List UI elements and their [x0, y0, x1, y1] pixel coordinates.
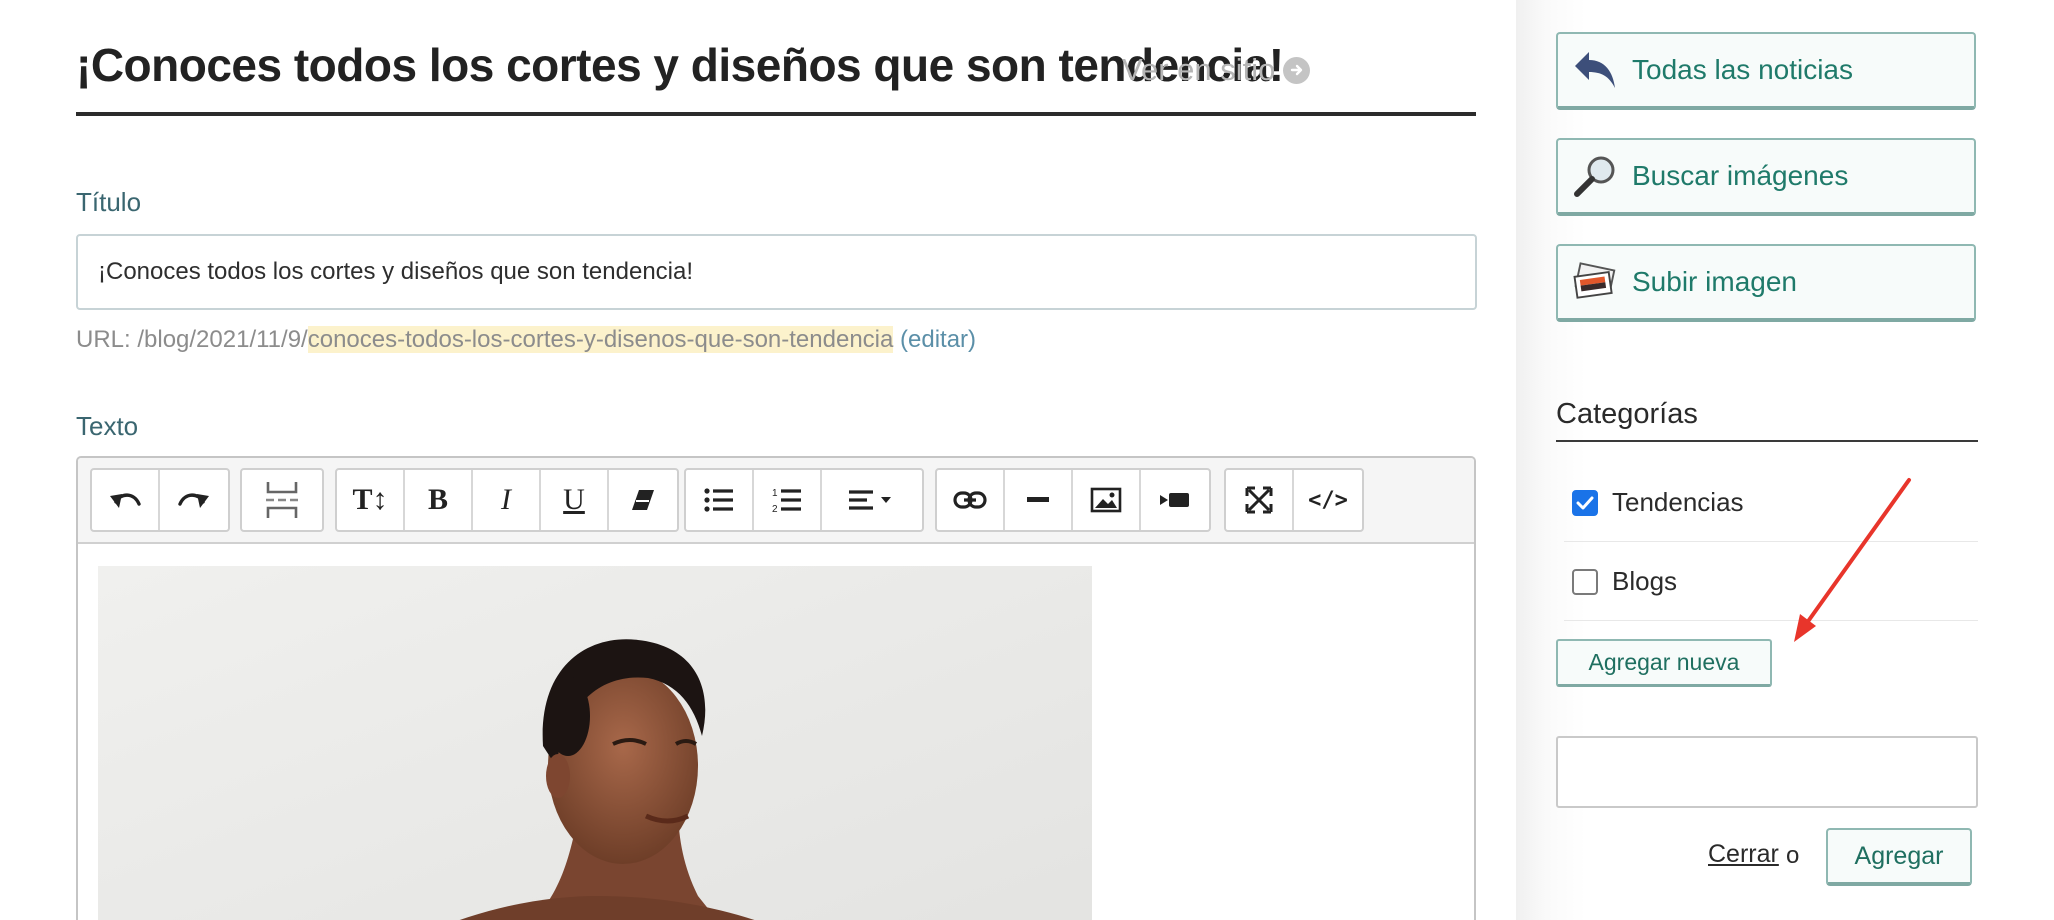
paragraph-group: 12 — [684, 468, 924, 532]
title-input[interactable] — [76, 234, 1477, 310]
category-item[interactable]: Tendencias — [1564, 464, 1978, 542]
search-images-button[interactable]: Buscar imágenes — [1556, 138, 1976, 216]
circle-arrow-right-icon — [1283, 56, 1311, 84]
bold-label: B — [427, 483, 448, 516]
category-checkbox-blogs[interactable] — [1572, 568, 1598, 595]
text-size-icon[interactable]: T↕ — [337, 470, 405, 530]
close-link[interactable]: Cerrar — [1708, 840, 1779, 869]
magnifier-icon — [1572, 153, 1618, 199]
editor-toolbar: T↕ B I U 12 </> — [78, 458, 1474, 544]
italic-label: I — [501, 483, 511, 516]
categories-divider — [1556, 440, 1978, 442]
category-label: Blogs — [1612, 566, 1678, 596]
category-label: Tendencias — [1612, 487, 1744, 517]
editor-image[interactable] — [98, 566, 1092, 920]
new-category-input[interactable] — [1556, 736, 1978, 808]
sidebar: Todas las noticias Buscar imágenes Subir… — [1516, 0, 2054, 920]
view-group: </> — [1224, 468, 1364, 532]
eraser-icon[interactable] — [609, 470, 677, 530]
rich-text-editor: T↕ B I U 12 </> — [76, 456, 1476, 920]
page-title: ¡Conoces todos los cortes y diseños que … — [76, 39, 1284, 91]
align-dropdown-icon[interactable] — [822, 470, 922, 530]
svg-text:1: 1 — [772, 488, 778, 499]
title-label: Título — [76, 187, 142, 217]
redo-icon[interactable] — [160, 470, 228, 530]
edit-url-link[interactable]: (editar) — [900, 326, 976, 353]
category-item[interactable]: Blogs — [1564, 543, 1978, 621]
view-on-site-label: Ver en sitio — [1122, 52, 1276, 87]
horizontal-rule-icon[interactable] — [1005, 470, 1073, 530]
link-icon[interactable] — [937, 470, 1005, 530]
text-label: Texto — [76, 411, 139, 441]
image-icon[interactable] — [1073, 470, 1141, 530]
reply-arrow-icon — [1572, 47, 1618, 93]
all-news-button[interactable]: Todas las noticias — [1556, 32, 1976, 110]
text-size-label: T↕ — [352, 483, 388, 516]
all-news-label: Todas las noticias — [1632, 54, 1854, 85]
history-group — [90, 468, 230, 532]
code-view-icon[interactable]: </> — [1294, 470, 1362, 530]
checkmark-icon — [1576, 496, 1594, 509]
add-category-button[interactable]: Agregar — [1826, 828, 1972, 886]
undo-icon[interactable] — [92, 470, 160, 530]
underline-icon[interactable]: U — [541, 470, 609, 530]
fullscreen-icon[interactable] — [1226, 470, 1294, 530]
bullet-list-icon[interactable] — [686, 470, 754, 530]
numbered-list-icon[interactable]: 12 — [754, 470, 822, 530]
url-prefix: URL: /blog/2021/11/9/ — [76, 326, 308, 353]
bold-icon[interactable]: B — [405, 470, 473, 530]
search-images-label: Buscar imágenes — [1632, 160, 1849, 191]
insert-group — [935, 468, 1211, 532]
add-new-category-button[interactable]: Agregar nueva — [1556, 639, 1772, 687]
url-slug: conoces-todos-los-cortes-y-disenos-que-s… — [307, 326, 894, 353]
upload-image-label: Subir imagen — [1632, 266, 1797, 297]
italic-icon[interactable]: I — [473, 470, 541, 530]
format-group: T↕ B I U — [335, 468, 679, 532]
photo-stack-icon — [1572, 259, 1618, 305]
svg-text:2: 2 — [772, 504, 778, 513]
model-photo — [98, 566, 1092, 920]
upload-image-button[interactable]: Subir imagen — [1556, 244, 1976, 322]
page-header: ¡Conoces todos los cortes y diseños que … — [76, 34, 1476, 116]
page-break-group — [240, 468, 324, 532]
category-checkbox-tendencias[interactable] — [1572, 489, 1598, 516]
underline-label: U — [563, 483, 585, 516]
url-line: URL: /blog/2021/11/9/conoces-todos-los-c… — [76, 326, 976, 354]
categories-title: Categorías — [1556, 398, 1698, 430]
code-view-label: </> — [1308, 487, 1348, 513]
video-icon[interactable] — [1141, 470, 1209, 530]
page-break-icon[interactable] — [242, 470, 322, 530]
or-separator: o — [1786, 842, 1800, 869]
view-on-site-link[interactable]: Ver en sitio — [1122, 52, 1311, 88]
